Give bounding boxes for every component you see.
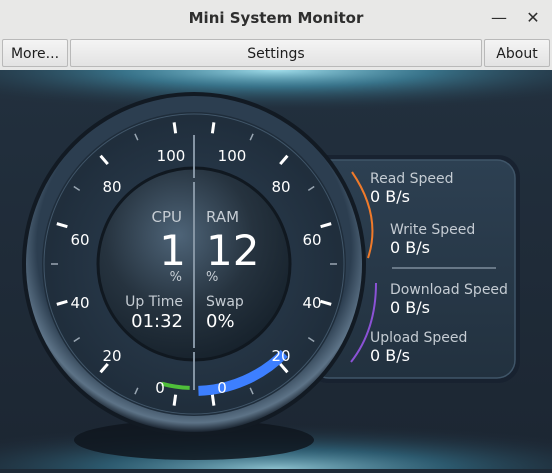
left-tick-label: 80 <box>102 178 121 196</box>
right-tick-label: 20 <box>271 347 290 365</box>
write-speed-value: 0 B/s <box>390 238 430 257</box>
close-button[interactable]: ✕ <box>521 6 545 30</box>
left-tick-label: 0 <box>155 379 165 397</box>
right-tick-label: 80 <box>271 178 290 196</box>
right-tick-label: 60 <box>302 231 321 249</box>
gauge-tick <box>210 394 216 406</box>
upload-speed-value: 0 B/s <box>370 346 410 365</box>
minimize-button[interactable]: — <box>487 6 511 30</box>
monitor-panel: 100 80 60 40 20 0 100 80 60 40 20 0 CPU … <box>0 70 552 469</box>
right-tick-label: 100 <box>218 147 247 165</box>
toolbar: More... Settings About <box>0 38 552 70</box>
gauge-tick <box>172 122 178 134</box>
right-tick-label: 0 <box>217 379 227 397</box>
settings-button[interactable]: Settings <box>70 39 482 67</box>
ram-label: RAM <box>206 208 239 226</box>
cpu-unit: % <box>170 270 182 285</box>
left-tick-label: 60 <box>70 231 89 249</box>
window-title: Mini System Monitor <box>188 9 364 27</box>
right-tick-label: 40 <box>302 294 321 312</box>
more-button[interactable]: More... <box>2 39 68 67</box>
cpu-value: 1 <box>159 226 186 275</box>
download-speed-value: 0 B/s <box>390 298 430 317</box>
ram-value: 12 <box>206 226 259 275</box>
uptime-value: 01:32 <box>131 311 183 332</box>
left-tick-label: 100 <box>157 147 186 165</box>
write-speed-label: Write Speed <box>390 222 475 238</box>
title-bar: Mini System Monitor — ✕ <box>0 0 552 39</box>
swap-value: 0% <box>206 311 235 332</box>
read-speed-value: 0 B/s <box>370 187 410 206</box>
ram-unit: % <box>206 270 218 285</box>
cpu-label: CPU <box>152 208 183 226</box>
swap-label: Swap <box>206 294 244 310</box>
gauge-tick <box>172 394 178 406</box>
uptime-label: Up Time <box>125 294 183 310</box>
read-speed-label: Read Speed <box>370 171 454 187</box>
download-speed-label: Download Speed <box>390 282 508 298</box>
upload-speed-label: Upload Speed <box>370 330 467 346</box>
left-tick-label: 20 <box>102 347 121 365</box>
gauge-tick <box>210 122 216 134</box>
about-button[interactable]: About <box>484 39 550 67</box>
left-tick-label: 40 <box>70 294 89 312</box>
